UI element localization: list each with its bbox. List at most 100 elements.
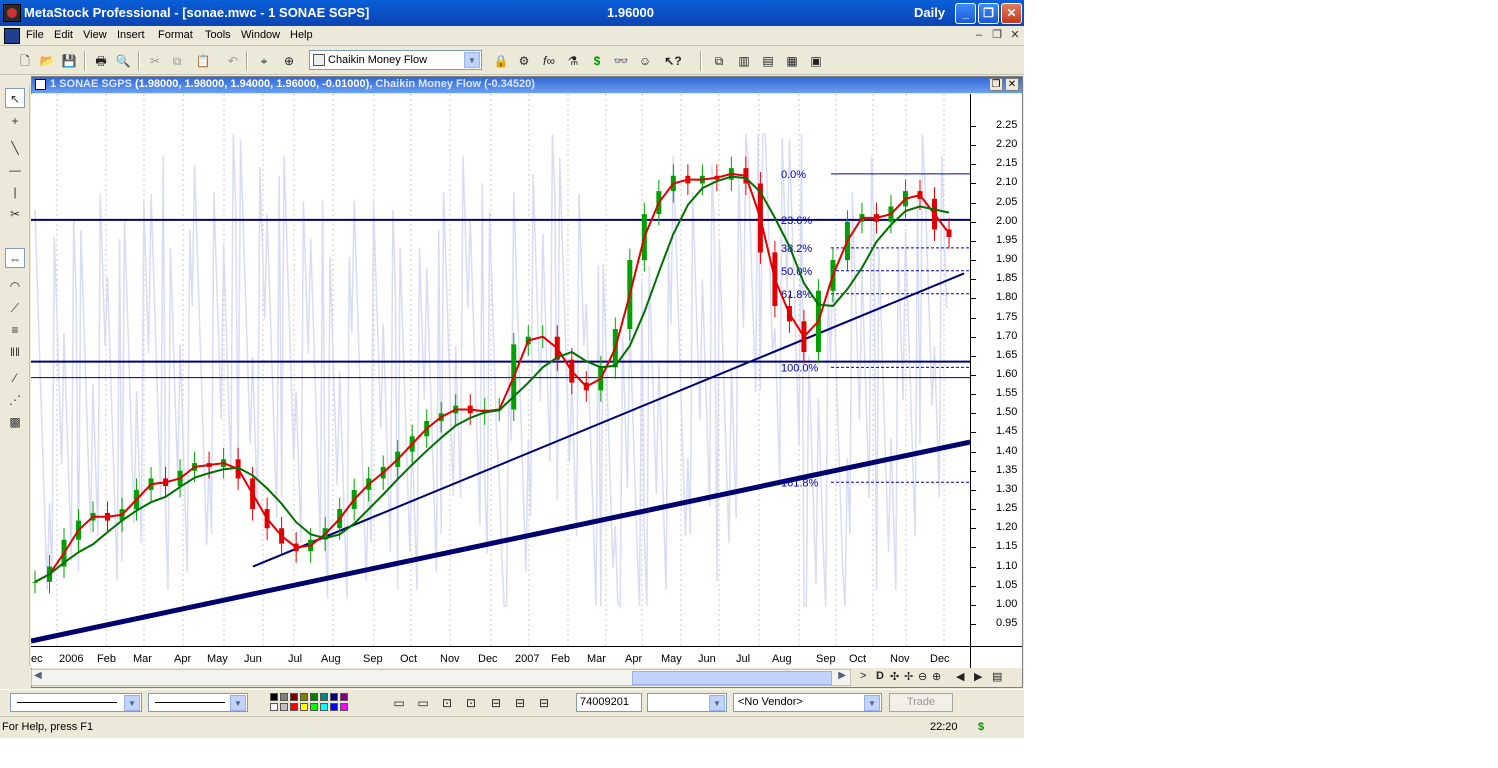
vertical-line-icon[interactable]: | <box>5 182 25 202</box>
zoom-in-icon[interactable]: ⊕ <box>932 670 941 683</box>
zoom-icon[interactable]: ⊕ <box>280 52 298 70</box>
new-icon[interactable]: 🗋 <box>16 52 34 70</box>
trendline-tool-icon[interactable]: ╲ <box>5 138 25 158</box>
menu-help[interactable]: Help <box>290 29 313 41</box>
resize-tool-icon[interactable]: ⇔ <box>5 248 25 268</box>
chevron-down-icon[interactable]: ▼ <box>124 695 140 711</box>
color-swatch[interactable] <box>310 693 318 701</box>
chevron-down-icon[interactable]: ▼ <box>864 695 880 711</box>
symbol-select[interactable]: ▼ <box>647 693 727 712</box>
security-code-field[interactable]: 74009201 <box>576 693 642 712</box>
window-split-icon[interactable]: ▭ <box>414 694 432 712</box>
pan-icon[interactable]: ✣ <box>890 670 899 683</box>
scroll-thumb[interactable] <box>632 671 832 685</box>
copy-icon[interactable]: ⧉ <box>168 52 186 70</box>
print-icon[interactable]: 🖶 <box>92 52 110 70</box>
line-style-select[interactable]: ▼ <box>10 693 142 712</box>
binoculars-icon[interactable]: 👓 <box>612 52 630 70</box>
color-swatch[interactable] <box>330 703 338 711</box>
menu-tools[interactable]: Tools <box>205 29 231 41</box>
color-swatch[interactable] <box>280 703 288 711</box>
color-swatch[interactable] <box>290 703 298 711</box>
color-swatch[interactable] <box>330 693 338 701</box>
chart-plot-area[interactable]: 0.0% 23.6% 38.2% 50.0% 61.8% 100.0% 161.8% <box>30 94 971 646</box>
minimize-button[interactable]: _ <box>955 3 976 24</box>
date-scale[interactable]: ec 2006 Feb Mar Apr May Jun Jul Aug Sep Oct Nov Dec 2… <box>31 646 970 668</box>
gann-fan-icon[interactable]: ⋰ <box>5 390 25 410</box>
properties-icon[interactable]: ▤ <box>992 670 1002 683</box>
color-swatch[interactable] <box>310 703 318 711</box>
save-icon[interactable]: 💾 <box>60 52 78 70</box>
explorer-icon[interactable]: ⚗ <box>564 52 582 70</box>
menu-edit[interactable]: Edit <box>54 29 73 41</box>
time-zones-tool-icon[interactable]: ‖‖ <box>5 342 25 362</box>
indicator-select[interactable]: Chaikin Money Flow ▼ <box>309 50 482 70</box>
mdi-close-icon[interactable]: ✕ <box>1007 28 1023 43</box>
channel-tool-icon[interactable]: ⁄ <box>5 368 25 388</box>
menu-view[interactable]: View <box>83 29 107 41</box>
lock-icon[interactable]: 🔒 <box>492 52 510 70</box>
formula-icon[interactable]: f∞ <box>540 52 558 70</box>
color-swatch[interactable] <box>290 693 298 701</box>
horizontal-line-icon[interactable]: — <box>5 160 25 180</box>
tile-grid-icon[interactable]: ▦ <box>783 52 801 70</box>
color-palette[interactable] <box>270 693 365 715</box>
pane-down-icon[interactable]: ⊟ <box>511 694 529 712</box>
density-icon[interactable]: D <box>876 670 884 682</box>
tile-vertical-icon[interactable]: ▥ <box>735 52 753 70</box>
open-icon[interactable]: 📂 <box>38 52 56 70</box>
undo-icon[interactable]: ↶ <box>224 52 242 70</box>
tile-horizontal-icon[interactable]: ▤ <box>759 52 777 70</box>
chevron-down-icon[interactable]: ▼ <box>230 695 246 711</box>
arcs-tool-icon[interactable]: ◠ <box>5 276 25 296</box>
select-arrow-icon[interactable]: ↖ <box>5 88 25 108</box>
chevron-down-icon[interactable]: ▼ <box>464 52 480 68</box>
cascade-icon[interactable]: ⧉ <box>710 52 728 70</box>
close-button[interactable]: ✕ <box>1001 3 1022 24</box>
next-icon[interactable]: ▶ <box>974 670 982 683</box>
menu-file[interactable]: File <box>26 29 44 41</box>
pane-close-icon[interactable]: ⊟ <box>535 694 553 712</box>
horizontal-scrollbar[interactable]: ◀ ▶ <box>31 669 851 686</box>
crosshair-icon[interactable]: ⌖ <box>255 52 273 70</box>
mdi-minimize-icon[interactable]: – <box>971 28 987 43</box>
vendor-select[interactable]: <No Vendor> ▼ <box>733 693 882 712</box>
scroll-right-icon[interactable]: ▶ <box>838 670 846 681</box>
trade-button[interactable]: Trade <box>889 693 953 712</box>
line-weight-select[interactable]: ▼ <box>148 693 248 712</box>
chart-restore-icon[interactable]: ❐ <box>989 78 1003 91</box>
chart-add-icon[interactable]: ⊡ <box>438 694 456 712</box>
color-swatch[interactable] <box>320 693 328 701</box>
dollar-icon[interactable]: $ <box>588 52 606 70</box>
scroll-end-icon[interactable]: > <box>860 670 866 682</box>
color-swatch[interactable] <box>340 703 348 711</box>
zoom-out-icon[interactable]: ⊖ <box>918 670 927 683</box>
restore-button[interactable]: ❐ <box>978 3 999 24</box>
grid-tool-icon[interactable]: ▩ <box>5 412 25 432</box>
expert-icon[interactable]: ☺ <box>636 52 654 70</box>
print-preview-icon[interactable]: 🔍 <box>114 52 132 70</box>
menu-insert[interactable]: Insert <box>117 29 145 41</box>
color-swatch[interactable] <box>340 693 348 701</box>
paste-icon[interactable]: 📋 <box>194 52 212 70</box>
mdi-restore-icon[interactable]: ❐ <box>989 28 1005 43</box>
app-icon[interactable] <box>3 4 21 22</box>
chart-close-icon[interactable]: ✕ <box>1005 78 1019 91</box>
color-swatch[interactable] <box>270 693 278 701</box>
chevron-down-icon[interactable]: ▼ <box>709 695 725 711</box>
color-swatch[interactable] <box>280 693 288 701</box>
help-cursor-icon[interactable]: ↖? <box>664 52 682 70</box>
pane-up-icon[interactable]: ⊟ <box>487 694 505 712</box>
single-window-icon[interactable]: ▭ <box>390 694 408 712</box>
fit-icon[interactable]: ✢ <box>904 670 913 683</box>
cut-icon[interactable]: ✂ <box>146 52 164 70</box>
price-scale[interactable]: 2.25 2.20 2.15 2.10 2.05 2.00 1.95 1.90 1.85 1.80… <box>970 94 1022 646</box>
color-swatch[interactable] <box>320 703 328 711</box>
scroll-left-icon[interactable]: ◀ <box>34 670 42 681</box>
arrange-icon[interactable]: ▣ <box>807 52 825 70</box>
color-swatch[interactable] <box>270 703 278 711</box>
color-swatch[interactable] <box>300 703 308 711</box>
scissors-tool-icon[interactable]: ✂ <box>5 204 25 224</box>
chart-edit-icon[interactable]: ⊡ <box>462 694 480 712</box>
menu-format[interactable]: Format <box>158 29 193 41</box>
